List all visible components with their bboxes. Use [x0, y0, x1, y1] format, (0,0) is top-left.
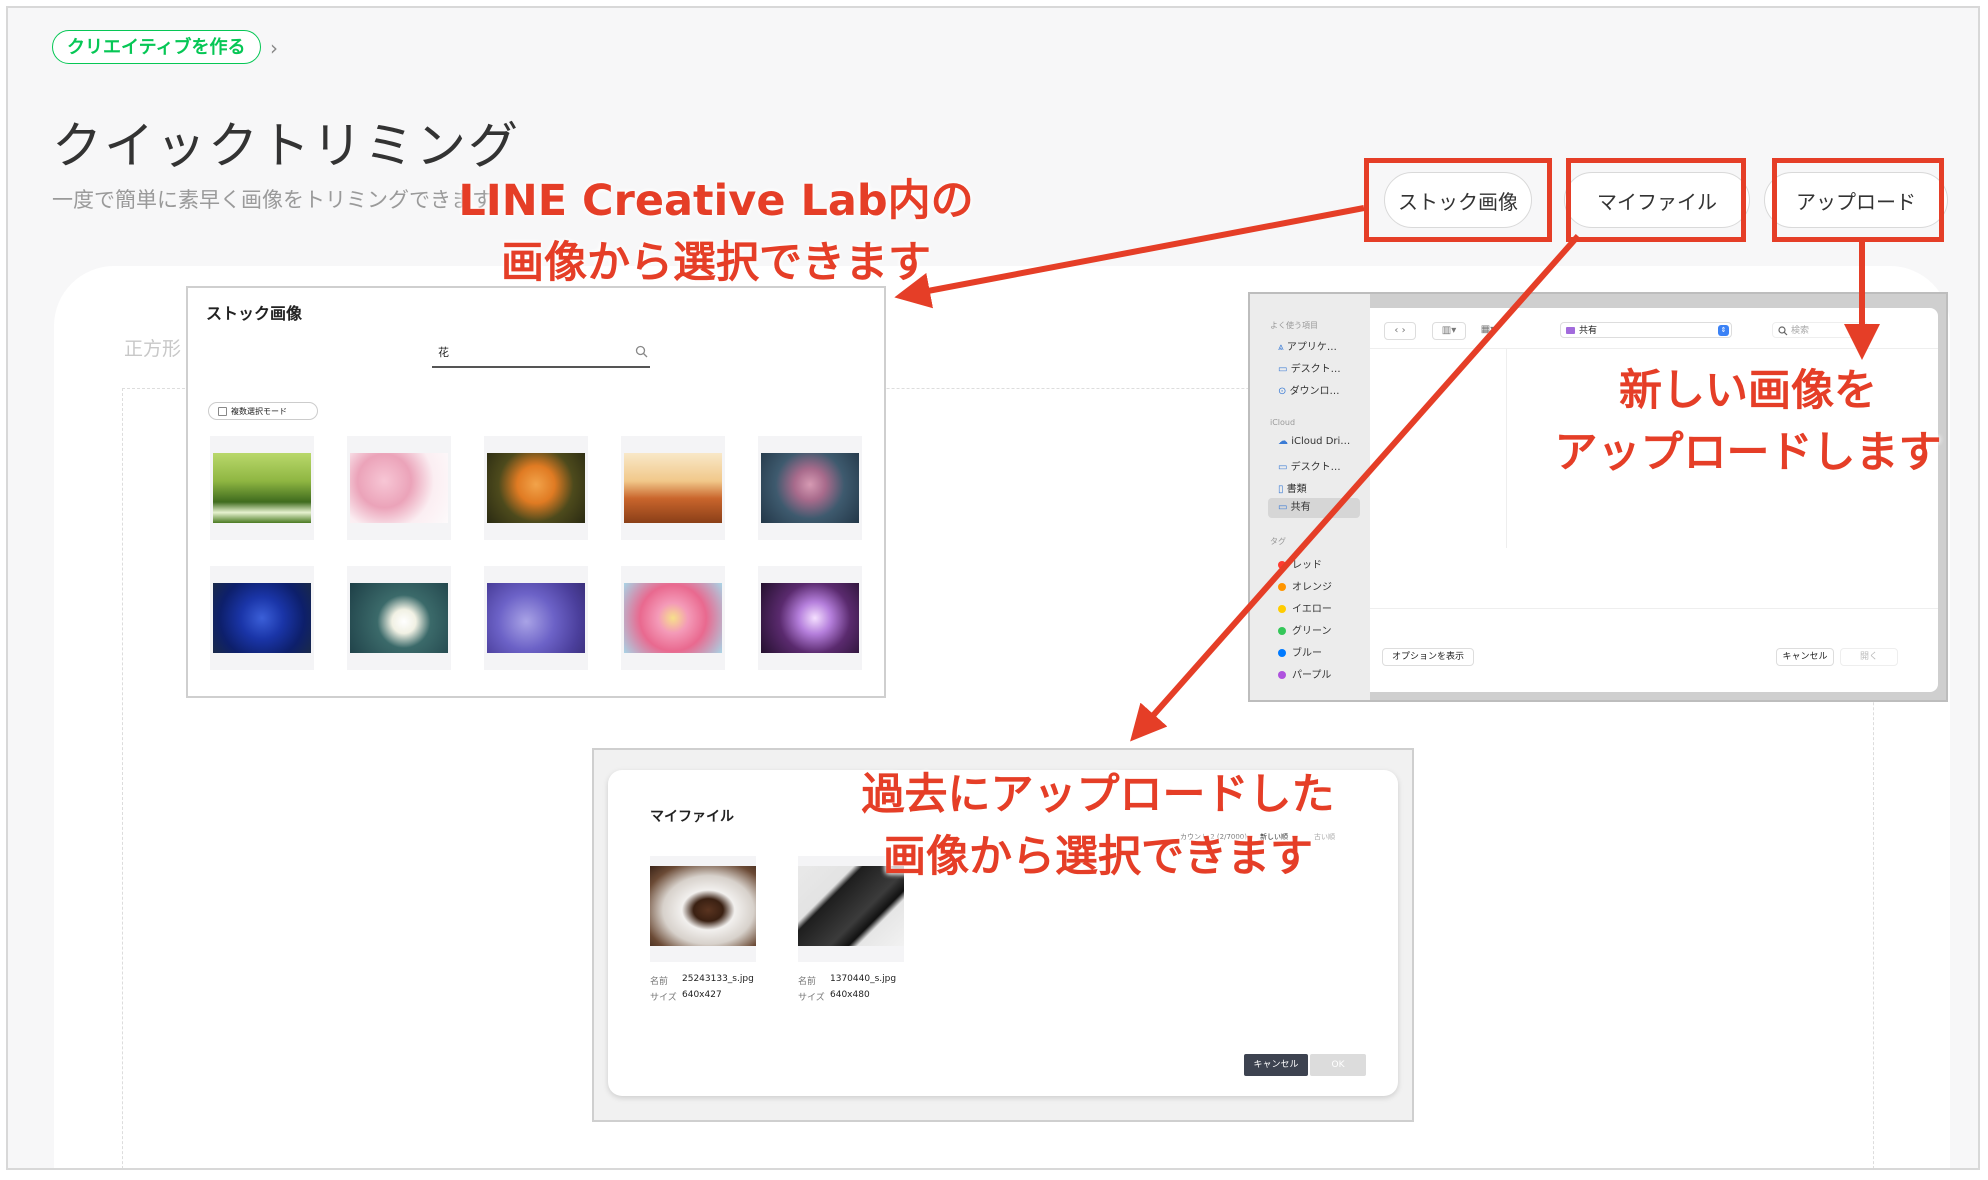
callout-upload: 新しい画像を アップロードします: [1528, 360, 1968, 484]
callout-line: 新しい画像を: [1619, 366, 1877, 416]
app-frame: クリエイティブを作る › クイックトリミング 一度で簡単に素早く画像をトリミング…: [6, 6, 1980, 1170]
callout-myfile: 過去にアップロードした 画像から選択できます: [828, 764, 1368, 888]
annotation-arrows: [894, 205, 1880, 742]
arrow-myfile: [1130, 234, 1581, 742]
callout-line: 画像から選択できます: [501, 238, 931, 288]
callout-stock: LINE Creative Lab内の 画像から選択できます: [446, 170, 986, 294]
callout-line: 過去にアップロードした: [861, 770, 1335, 820]
callout-line: LINE Creative Lab内の: [458, 176, 974, 226]
callout-line: アップロードします: [1554, 428, 1942, 478]
callout-line: 画像から選択できます: [883, 832, 1313, 882]
